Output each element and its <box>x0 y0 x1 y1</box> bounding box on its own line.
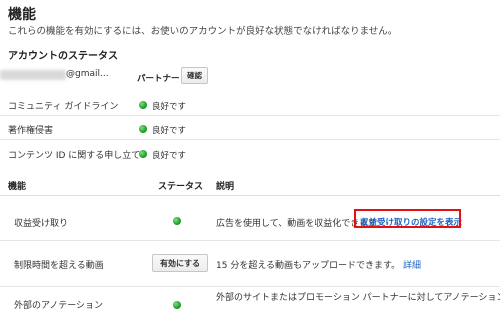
status-ok-icon <box>173 301 181 309</box>
feature-description: 外部のサイトまたはプロモーション パートナーに対してアノテーションの <box>216 293 500 303</box>
status-row-copyright: 著作権侵害 良好です <box>0 118 500 140</box>
header-status: ステータス <box>158 182 204 192</box>
feature-name: 外部のアノテーション <box>14 301 104 311</box>
feature-description: 15 分を超える動画もアップロードできます。 詳細 <box>216 261 422 271</box>
feature-row-long-videos: 制限時間を超える動画 有効にする 15 分を超える動画もアップロードできます。 … <box>0 241 500 287</box>
account-status-title: アカウントのステータス <box>8 51 118 62</box>
account-email: @gmail... <box>66 69 109 79</box>
account-row: @gmail... パートナー 確認 <box>0 67 500 87</box>
confirm-button[interactable]: 確認 <box>181 67 208 84</box>
page-title: 機能 <box>8 7 36 23</box>
status-label: コミュニティ ガイドライン <box>8 102 119 112</box>
status-value: 良好です <box>152 126 187 136</box>
enable-button[interactable]: 有効にする <box>152 254 208 272</box>
header-feature: 機能 <box>8 182 27 192</box>
features-table-header: 機能 ステータス 説明 <box>0 174 500 196</box>
partner-label: パートナー <box>137 74 180 84</box>
highlight-box <box>354 209 461 228</box>
feature-name: 制限時間を超える動画 <box>14 261 104 271</box>
status-label: コンテンツ ID に関する申し立て <box>8 151 141 161</box>
status-value: 良好です <box>152 151 187 161</box>
status-ok-icon <box>139 150 147 158</box>
header-description: 説明 <box>216 182 235 192</box>
page-subtitle: これらの機能を有効にするには、お使いのアカウントが良好な状態でなければなりません… <box>8 26 398 37</box>
status-row-content-id: コンテンツ ID に関する申し立て 良好です <box>0 143 500 165</box>
status-ok-icon <box>139 101 147 109</box>
feature-name: 収益受け取り <box>14 219 69 229</box>
status-label: 著作権侵害 <box>8 126 54 136</box>
status-ok-icon <box>139 125 147 133</box>
email-redacted <box>0 70 66 80</box>
details-link[interactable]: 詳細 <box>403 261 421 271</box>
status-ok-icon <box>173 217 181 225</box>
feature-row-external-annotations: 外部のアノテーション 外部のサイトまたはプロモーション パートナーに対してアノテ… <box>0 287 500 311</box>
status-value: 良好です <box>152 102 187 112</box>
status-row-community: コミュニティ ガイドライン 良好です <box>0 94 500 116</box>
